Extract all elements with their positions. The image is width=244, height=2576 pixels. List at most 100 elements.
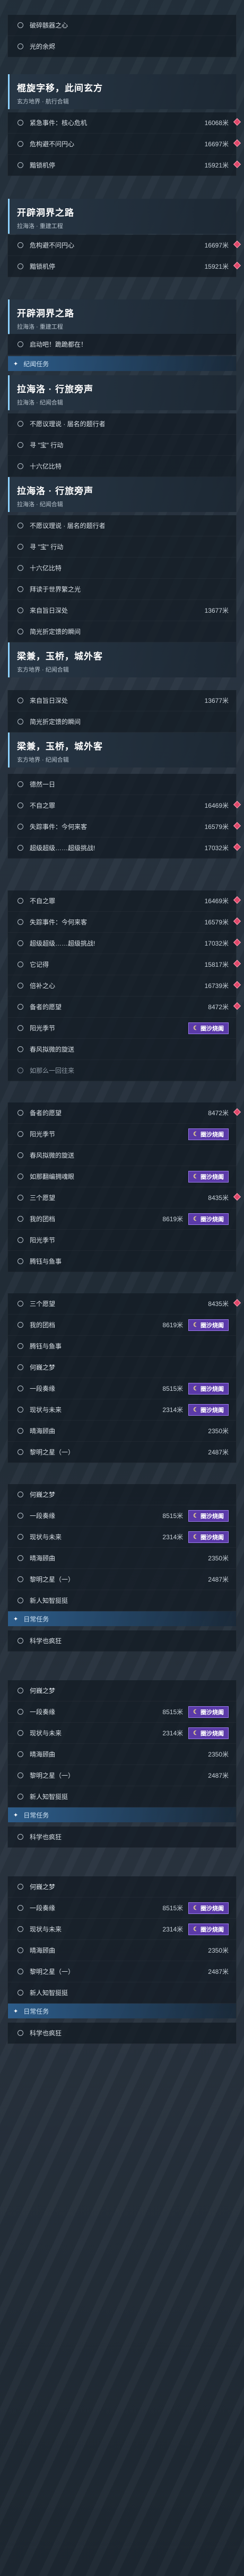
chapter-title: 梁兼，玉桥，城外客 bbox=[17, 651, 103, 661]
moon-icon: ☾ bbox=[193, 1216, 198, 1222]
quest-row[interactable]: 三个愿望 8435米 bbox=[8, 1187, 241, 1208]
quest-chapter-header[interactable]: 拉海洛 · 行旅旁声 拉海洛 · 纪闻合辑 bbox=[7, 477, 237, 512]
quest-row[interactable]: 晴海顾曲 2350米 bbox=[8, 1421, 236, 1442]
quest-row[interactable]: 破碎骸器之心 bbox=[8, 15, 236, 36]
quest-status-icon bbox=[18, 983, 23, 989]
quest-row[interactable]: 何巍之梦 bbox=[8, 1876, 236, 1898]
quest-row[interactable]: 晴海顾曲 2350米 bbox=[8, 1940, 236, 1961]
quest-name: 我的团档 bbox=[30, 1215, 56, 1223]
quest-row[interactable]: 我的团档 8619米 ☾ 圈沙烧阖 bbox=[8, 1315, 236, 1336]
quest-chapter-header[interactable]: 拉海洛 · 行旅旁声 拉海洛 · 纪闻合辑 bbox=[7, 375, 237, 410]
quest-row[interactable]: 现状与未来 2314米 ☾ 圈沙烧阖 bbox=[8, 1527, 236, 1548]
quest-row-panel: 倍补之心 16739米 bbox=[7, 975, 241, 996]
quest-row[interactable]: 寻 "宝" 行动 bbox=[8, 536, 236, 558]
quest-row[interactable]: 阳光季节 ☾ 圈沙烧阖 bbox=[8, 1124, 236, 1145]
quest-row[interactable]: 现状与未来 2314米 ☾ 圈沙烧阖 bbox=[8, 1399, 236, 1421]
quest-category-bar[interactable]: ✦ 纪闻任务 bbox=[7, 356, 237, 371]
quest-status-icon bbox=[18, 1449, 23, 1455]
quest-row[interactable]: 它记得 15817米 bbox=[8, 954, 241, 975]
quest-status-icon bbox=[18, 586, 23, 592]
quest-row[interactable]: 简光折定馈的瞬间 bbox=[8, 711, 236, 733]
quest-status-icon bbox=[18, 698, 23, 703]
quest-row[interactable]: 来自旨日深处 13677米 bbox=[8, 600, 236, 621]
quest-row[interactable]: 危构避不问円心 16697米 bbox=[8, 134, 241, 155]
quest-chapter-header[interactable]: 棍旋字移，此间玄方 玄方地界 · 航行合辑 bbox=[7, 74, 237, 109]
quest-row-panel: 启动吧！跪跪都在！ bbox=[7, 334, 237, 355]
quest-row[interactable]: 十六亿比特 bbox=[8, 558, 236, 579]
quest-row[interactable]: 春风拟微的旋送 bbox=[8, 1145, 236, 1166]
quest-status-icon bbox=[18, 1969, 23, 1974]
quest-row[interactable]: 超级超级……超级挑战! 17032米 bbox=[8, 933, 241, 954]
quest-row[interactable]: 科学也疯狂 bbox=[8, 1827, 236, 1848]
quest-row[interactable]: 晴海顾曲 2350米 bbox=[8, 1548, 236, 1569]
quest-row[interactable]: 新人知智挺挺 bbox=[8, 1590, 236, 1611]
quest-row[interactable]: 寻 "宝" 行动 bbox=[8, 435, 236, 456]
quest-row[interactable]: 我的团档 8619米 ☾ 圈沙烧阖 bbox=[8, 1208, 236, 1230]
quest-row[interactable]: 不愿议理说 · 届名的题行者 bbox=[8, 413, 236, 435]
quest-distance: 16697米 bbox=[204, 242, 229, 249]
quest-row[interactable]: 不自之罪 16469米 bbox=[8, 890, 241, 912]
quest-row-panel: 拜读于世界繁之光 bbox=[7, 579, 237, 600]
quest-row[interactable]: 现状与未来 2314米 ☾ 圈沙烧阖 bbox=[8, 1723, 236, 1744]
quest-row[interactable]: 新人知智挺挺 bbox=[8, 1982, 236, 2004]
quest-row[interactable]: 何巍之梦 bbox=[8, 1484, 236, 1505]
quest-row[interactable]: 光的余烬 bbox=[8, 36, 236, 57]
quest-row-panel: 十六亿比特 bbox=[7, 456, 237, 477]
quest-row[interactable]: 阳光季节 ☾ 圈沙烧阖 bbox=[8, 1018, 236, 1039]
quest-name: 如那么一回往来 bbox=[30, 1067, 75, 1074]
quest-row[interactable]: 新人知智挺挺 bbox=[8, 1786, 236, 1807]
quest-category-bar[interactable]: ✦ 日常任务 bbox=[7, 1611, 237, 1626]
quest-row[interactable]: 倍补之心 16739米 bbox=[8, 975, 241, 996]
quest-row[interactable]: 不自之罪 16469米 bbox=[8, 795, 241, 816]
quest-row[interactable]: 来自旨日深处 13677米 bbox=[8, 690, 236, 711]
quest-row[interactable]: 简光折定馈的瞬间 bbox=[8, 621, 236, 642]
moon-icon: ☾ bbox=[193, 1905, 198, 1911]
quest-chapter-header[interactable]: 梁兼，玉桥，城外客 玄方地界 · 纪闻合辑 bbox=[7, 642, 237, 677]
quest-row-panel: 现状与未来 2314米 ☾ 圈沙烧阖 bbox=[7, 1527, 237, 1548]
quest-row[interactable]: 腾钰与鱼事 bbox=[8, 1251, 236, 1272]
quest-row[interactable]: 黎明之星（一） 2487米 bbox=[8, 1569, 236, 1590]
quest-row[interactable]: 春风拟微的旋送 bbox=[8, 1039, 236, 1060]
quest-name: 它记得 bbox=[30, 961, 49, 968]
quest-chapter-header[interactable]: 开辟洞界之路 拉海洛 · 重建工程 bbox=[7, 199, 237, 234]
quest-row[interactable]: 黯锁机停 15921米 bbox=[8, 155, 241, 176]
quest-row[interactable]: 不愿议理说 · 届名的题行者 bbox=[8, 515, 236, 536]
quest-row[interactable]: 十六亿比特 bbox=[8, 456, 236, 477]
event-tag-label: 圈沙烧阖 bbox=[201, 1322, 224, 1329]
quest-row[interactable]: 失踪事件：今何来客 16579米 bbox=[8, 912, 241, 933]
quest-chapter-header[interactable]: 梁兼，玉桥，城外客 玄方地界 · 纪闻合辑 bbox=[7, 733, 237, 767]
quest-row[interactable]: 失踪事件：今何来客 16579米 bbox=[8, 816, 241, 837]
quest-row[interactable]: 黎明之星（一） 2487米 bbox=[8, 1765, 236, 1786]
chapter-header-block: 开辟洞界之路 拉海洛 · 重建工程 bbox=[8, 199, 236, 234]
quest-row[interactable]: 阳光季节 bbox=[8, 1230, 236, 1251]
quest-row[interactable]: 拜读于世界繁之光 bbox=[8, 579, 236, 600]
quest-row[interactable]: 启动吧！跪跪都在！ bbox=[8, 334, 236, 355]
quest-distance: 2350米 bbox=[208, 1947, 229, 1954]
quest-row[interactable]: 如那翻编拥魂眼 ☾ 圈沙烧阖 bbox=[8, 1166, 236, 1187]
quest-row[interactable]: 现状与未来 2314米 ☾ 圈沙烧阖 bbox=[8, 1919, 236, 1940]
quest-row[interactable]: 黎明之星（一） 2487米 bbox=[8, 1442, 236, 1463]
quest-row[interactable]: 晴海顾曲 2350米 bbox=[8, 1744, 236, 1765]
quest-row[interactable]: 备者的愿望 8472米 bbox=[8, 1102, 241, 1124]
quest-row[interactable]: 科学也疯狂 bbox=[8, 1630, 236, 1652]
quest-row[interactable]: 如那么一回往来 bbox=[8, 1060, 236, 1081]
quest-row[interactable]: 备者的愿望 8472米 bbox=[8, 996, 241, 1018]
quest-row[interactable]: 腾钰与鱼事 bbox=[8, 1336, 236, 1357]
quest-category-bar[interactable]: ✦ 日常任务 bbox=[7, 1807, 237, 1822]
quest-row[interactable]: 德然一日 bbox=[8, 774, 236, 795]
quest-row[interactable]: 紧急事件：核心危机 16068米 bbox=[8, 112, 241, 134]
quest-row[interactable]: 一段奏缘 8515米 ☾ 圈沙烧阖 bbox=[8, 1505, 236, 1527]
quest-row[interactable]: 危构避不问円心 16697米 bbox=[8, 235, 241, 256]
quest-row[interactable]: 何巍之梦 bbox=[8, 1680, 236, 1701]
quest-category-bar[interactable]: ✦ 日常任务 bbox=[7, 2004, 237, 2018]
quest-row[interactable]: 一段奏缘 8515米 ☾ 圈沙烧阖 bbox=[8, 1701, 236, 1723]
quest-row[interactable]: 科学也疯狂 bbox=[8, 2023, 236, 2044]
quest-row[interactable]: 黎明之星（一） 2487米 bbox=[8, 1961, 236, 1982]
quest-row[interactable]: 何巍之梦 bbox=[8, 1357, 236, 1378]
quest-row[interactable]: 黯锁机停 15921米 bbox=[8, 256, 241, 277]
quest-row[interactable]: 超级超级……超级挑战! 17032米 bbox=[8, 837, 241, 859]
quest-chapter-header[interactable]: 开辟洞界之路 拉海洛 · 重建工程 bbox=[7, 299, 237, 334]
quest-row[interactable]: 三个愿望 8435米 bbox=[8, 1293, 241, 1315]
quest-row[interactable]: 一段奏缘 8515米 ☾ 圈沙烧阖 bbox=[8, 1378, 236, 1399]
quest-row[interactable]: 一段奏缘 8515米 ☾ 圈沙烧阖 bbox=[8, 1898, 236, 1919]
